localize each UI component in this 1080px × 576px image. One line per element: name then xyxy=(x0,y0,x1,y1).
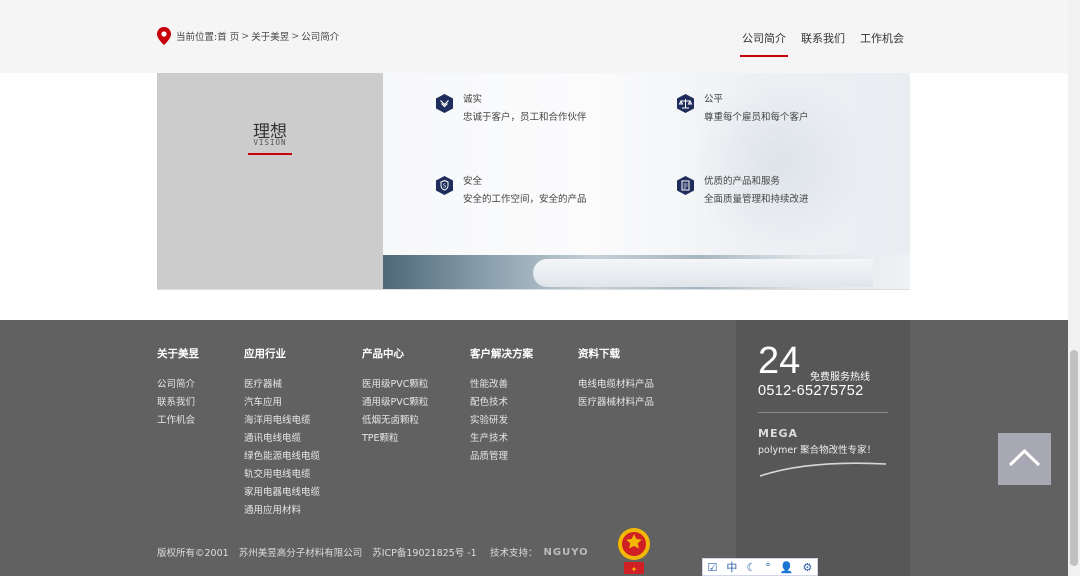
footer-column-heading[interactable]: 产品中心 xyxy=(362,346,428,361)
footer-link[interactable]: 汽车应用 xyxy=(244,394,320,412)
hotline-panel: 24 免费服务热线 0512-65275752 MEGA polymer 聚合物… xyxy=(736,320,910,576)
footer-link[interactable]: 品质管理 xyxy=(470,448,533,466)
footer-column-solutions: 客户解决方案 性能改善 配色技术 实验研发 生产技术 品质管理 xyxy=(470,346,533,466)
footer-column-heading[interactable]: 应用行业 xyxy=(244,346,320,361)
icp-link[interactable]: 苏ICP备19021825号 -1 xyxy=(372,545,477,559)
vision-underline xyxy=(248,153,292,155)
value-description: 安全的工作空间，安全的产品 xyxy=(463,194,587,205)
footer-link[interactable]: 通用级PVC颗粒 xyxy=(362,394,428,412)
vision-subtitle: VISION xyxy=(253,138,287,147)
footer-column-downloads: 资料下载 电线电缆材料产品 医疗器械材料产品 xyxy=(578,346,654,412)
brand-tagline: polymer 聚合物改性专家！ xyxy=(758,445,877,456)
value-quality: 优质的产品和服务 全面质量管理和持续改进 xyxy=(677,176,809,206)
footer-column-heading[interactable]: 资料下载 xyxy=(578,346,654,361)
tech-support-logo[interactable]: NGUYO xyxy=(544,547,589,558)
breadcrumb-prefix: 当前位置: xyxy=(176,32,218,43)
value-honesty: 诚实 忠诚于客户，员工和合作伙伴 xyxy=(436,94,587,124)
lab-photo-sleeve xyxy=(533,259,873,287)
handshake-icon xyxy=(436,94,453,113)
punctuation-icon[interactable]: ° xyxy=(765,561,771,574)
ime-checkbox-icon[interactable]: ☑ xyxy=(708,561,718,574)
footer-link[interactable]: 医疗器械材料产品 xyxy=(578,394,654,412)
value-title: 诚实 xyxy=(463,94,483,105)
ime-language-toggle[interactable]: 中 xyxy=(726,559,737,575)
footer-link[interactable]: 医疗器械 xyxy=(244,376,320,394)
scrollbar-thumb[interactable] xyxy=(1070,350,1078,566)
footer-link[interactable]: 家用电器电线电缆 xyxy=(244,484,320,502)
value-safety: S 安全 安全的工作空间，安全的产品 xyxy=(436,176,587,206)
footer-link[interactable]: 公司简介 xyxy=(157,376,199,394)
footer-column-about: 关于美昱 公司简介 联系我们 工作机会 xyxy=(157,346,199,430)
police-emblem-icon[interactable]: ✦ xyxy=(616,526,652,576)
svg-text:✦: ✦ xyxy=(631,565,638,574)
value-title: 优质的产品和服务 xyxy=(704,176,781,187)
brand-logo-text: MEGA xyxy=(758,427,799,440)
company-name: 苏州美昱高分子材料有限公司 xyxy=(238,548,363,559)
svg-text:S: S xyxy=(443,184,446,190)
copyright-text: 版权所有©2001 xyxy=(157,548,229,559)
swoosh-icon xyxy=(759,462,887,477)
footer-link[interactable]: 电线电缆材料产品 xyxy=(578,376,654,394)
footer-link[interactable]: 绿色能源电线电缆 xyxy=(244,448,320,466)
footer-link[interactable]: 轨交用电线电缆 xyxy=(244,466,320,484)
value-title: 公平 xyxy=(704,94,724,105)
footer-column-heading[interactable]: 客户解决方案 xyxy=(470,346,533,361)
breadcrumb-separator: > xyxy=(291,30,300,42)
chevron-up-icon xyxy=(1008,448,1041,467)
moon-icon[interactable]: ☾ xyxy=(746,561,756,574)
footer-link[interactable]: 实验研发 xyxy=(470,412,533,430)
breadcrumb-home[interactable]: 首 页 xyxy=(217,29,239,43)
footer-column-heading[interactable]: 关于美昱 xyxy=(157,346,199,361)
back-to-top-button[interactable] xyxy=(998,433,1051,485)
vision-section: 理想 VISION 诚实 忠诚于客户，员工和合作伙伴 公平 尊重每个雇员和每个客… xyxy=(157,73,910,290)
footer-link[interactable]: 低烟无卤颗粒 xyxy=(362,412,428,430)
footer-link[interactable]: 生产技术 xyxy=(470,430,533,448)
top-bar: 当前位置: 首 页 > 关于美昱 > 公司简介 公司简介 联系我们 工作机会 xyxy=(0,0,1080,73)
breadcrumb: 当前位置: 首 页 > 关于美昱 > 公司简介 xyxy=(157,27,339,45)
breadcrumb-current: 公司简介 xyxy=(301,32,340,43)
ime-toolbar: ☑ 中 ☾ ° 👤 ⚙ xyxy=(702,558,818,576)
breadcrumb-separator: > xyxy=(241,30,250,42)
breadcrumb-about[interactable]: 关于美昱 xyxy=(251,29,289,43)
footer-link[interactable]: 通用应用材料 xyxy=(244,502,320,520)
hotline-divider xyxy=(758,412,888,413)
footer-link[interactable]: 通讯电线电缆 xyxy=(244,430,320,448)
footer-link[interactable]: TPE颗粒 xyxy=(362,430,428,448)
sub-navigation: 公司简介 联系我们 工作机会 xyxy=(727,30,904,57)
tech-support: 技术支持： NGUYO xyxy=(490,545,589,560)
subnav-job-opportunities[interactable]: 工作机会 xyxy=(860,30,904,57)
value-description: 尊重每个雇员和每个客户 xyxy=(704,112,809,123)
value-fairness: 公平 尊重每个雇员和每个客户 xyxy=(677,94,809,124)
footer-link[interactable]: 医用级PVC颗粒 xyxy=(362,376,428,394)
tech-support-label: 技术支持： xyxy=(490,548,538,559)
vision-panel: 理想 VISION xyxy=(157,73,383,289)
footer-column-products: 产品中心 医用级PVC颗粒 通用级PVC颗粒 低烟无卤颗粒 TPE颗粒 xyxy=(362,346,428,448)
copyright: 版权所有©2001 苏州美昱高分子材料有限公司 苏ICP备19021825号 -… xyxy=(157,545,487,559)
hotline-phone[interactable]: 0512-65275752 xyxy=(758,383,864,399)
user-icon[interactable]: 👤 xyxy=(780,561,794,574)
footer-column-industries: 应用行业 医疗器械 汽车应用 海洋用电线电缆 通讯电线电缆 绿色能源电线电缆 轨… xyxy=(244,346,320,520)
footer: 关于美昱 公司简介 联系我们 工作机会 应用行业 医疗器械 汽车应用 海洋用电线… xyxy=(0,320,1080,576)
scales-icon xyxy=(677,94,694,113)
hotline-number: 24 xyxy=(758,340,801,382)
footer-link[interactable]: 海洋用电线电缆 xyxy=(244,412,320,430)
quality-icon xyxy=(677,176,694,195)
subnav-company-profile[interactable]: 公司简介 xyxy=(740,30,788,57)
footer-link[interactable]: 配色技术 xyxy=(470,394,533,412)
subnav-contact-us[interactable]: 联系我们 xyxy=(801,30,845,57)
footer-link[interactable]: 性能改善 xyxy=(470,376,533,394)
value-description: 全面质量管理和持续改进 xyxy=(704,194,809,205)
footer-link[interactable]: 联系我们 xyxy=(157,394,199,412)
values-panel: 诚实 忠诚于客户，员工和合作伙伴 公平 尊重每个雇员和每个客户 S 安全 安全的… xyxy=(383,73,910,289)
location-pin-icon xyxy=(157,27,171,45)
hotline-label: 免费服务热线 xyxy=(810,372,870,383)
gear-icon[interactable]: ⚙ xyxy=(803,561,813,574)
value-title: 安全 xyxy=(463,176,483,187)
value-description: 忠诚于客户，员工和合作伙伴 xyxy=(463,112,587,123)
lab-photo-strip xyxy=(383,255,910,289)
footer-link[interactable]: 工作机会 xyxy=(157,412,199,430)
vertical-scrollbar[interactable] xyxy=(1068,0,1080,576)
shield-icon: S xyxy=(436,176,453,195)
